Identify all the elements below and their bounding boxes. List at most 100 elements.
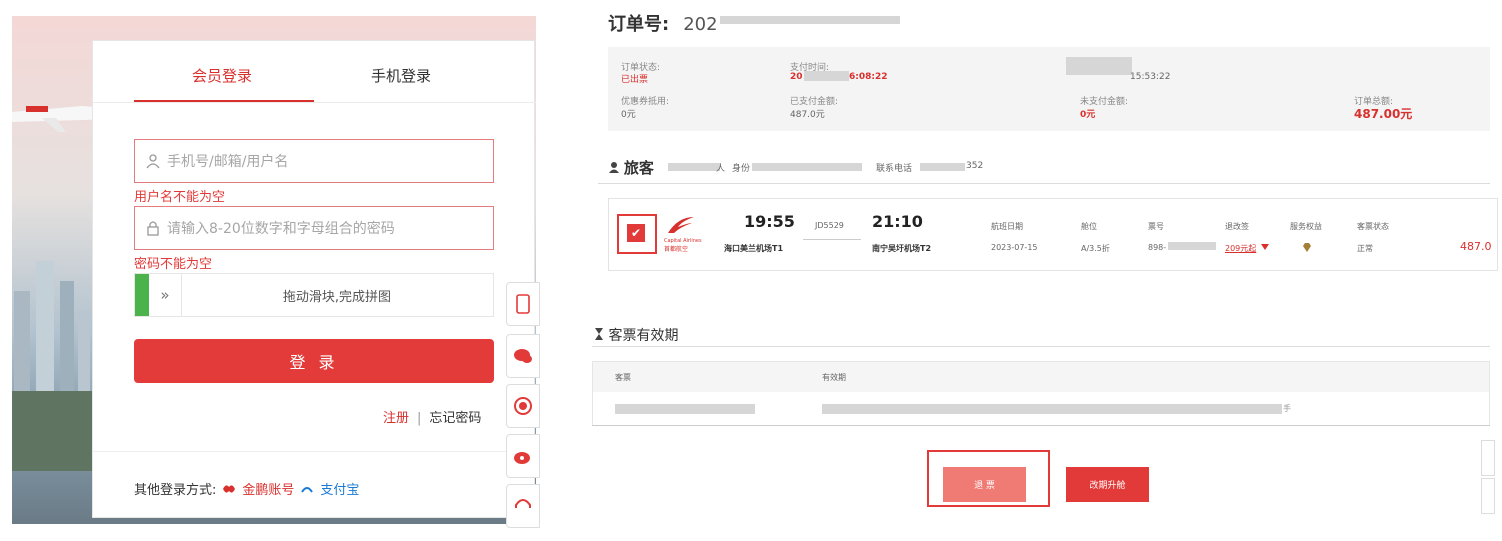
alipay-link[interactable]: 支付宝 (320, 479, 359, 498)
unpaid-label: 未支付金额: (1080, 97, 1129, 107)
phone-icon (516, 294, 530, 314)
link-separator: | (417, 411, 422, 426)
tab-phone-login[interactable]: 手机登录 (371, 65, 431, 86)
active-tab-indicator (134, 100, 314, 102)
create-time-redacted (1066, 57, 1132, 75)
departure-time: 19:55 (744, 212, 795, 231)
id-number-redacted (752, 163, 862, 171)
weibo-icon (514, 452, 530, 464)
phone-value: 352 (966, 161, 984, 171)
service-rights-label: 服务权益 (1290, 222, 1322, 231)
passenger-title: 旅客 (623, 159, 654, 177)
status-value: 已出票 (621, 75, 649, 85)
login-button[interactable]: 登 录 (134, 339, 494, 383)
phone-app-button[interactable] (506, 282, 540, 326)
capital-airlines-logo (668, 217, 694, 233)
paid-label: 已支付金额: (790, 97, 839, 107)
change-upgrade-button[interactable]: 改期升舱 (1066, 467, 1149, 502)
pay-time-prefix: 20 (790, 72, 803, 82)
flight-card (608, 198, 1498, 271)
wechat-button[interactable] (506, 334, 540, 378)
airline-name: 首都航空 (664, 246, 689, 253)
flight-number: JD5529 (815, 221, 844, 230)
slider-handle[interactable]: » (149, 274, 182, 316)
cabin-label: 舱位 (1081, 222, 1097, 231)
order-info-panel: 订单状态: 已出票 支付时间: 20 6:08:22 15:53:22 优惠券抵… (608, 47, 1490, 131)
flight-date-value: 2023-07-15 (991, 243, 1038, 252)
change-policy-link[interactable]: 209元起 (1225, 243, 1256, 254)
cabin-value: A/3.5折 (1081, 244, 1110, 253)
edge-widget-bottom[interactable] (1481, 478, 1495, 514)
col-validity-header: 有效期 (822, 373, 846, 382)
flight-date-label: 航班日期 (991, 222, 1023, 231)
passenger-divider (598, 183, 1490, 184)
edge-widget-top[interactable] (1481, 440, 1495, 476)
account-links: 注册 | 忘记密码 (383, 407, 481, 426)
validity-table-bottom (592, 425, 1490, 426)
slider-captcha: » 拖动滑块,完成拼图 (134, 273, 494, 317)
passenger-name-redacted (668, 163, 720, 171)
person-icon (609, 162, 619, 173)
ticket-status-value: 正常 (1357, 244, 1373, 253)
order-number: 订单号: 202 (608, 10, 718, 36)
caret-down-icon[interactable] (1261, 244, 1269, 250)
other-login-methods: 其他登录方式: 金鹏账号 支付宝 (134, 479, 359, 498)
col-ticket-header: 客票 (615, 373, 631, 382)
login-card: 会员登录 手机登录 手机号/邮箱/用户名 用户名不能为空 请输入8-20位数字和… (92, 40, 536, 518)
refund-button[interactable]: 退 票 (943, 467, 1026, 502)
lock-icon (147, 221, 159, 236)
password-input[interactable]: 请输入8-20位数字和字母组合的密码 (134, 206, 494, 250)
validity-section-title: 客票有效期 (594, 325, 678, 345)
username-input[interactable]: 手机号/邮箱/用户名 (134, 139, 494, 183)
unpaid-value: 0元 (1080, 110, 1096, 120)
password-error: 密码不能为空 (134, 257, 213, 272)
total-value: 487.00元 (1354, 107, 1413, 121)
flight-price: 487.0 (1460, 240, 1492, 253)
forgot-password-link[interactable]: 忘记密码 (429, 411, 481, 426)
other-login-divider (93, 451, 536, 452)
flight-route-line (803, 239, 861, 240)
paid-value: 487.0元 (790, 110, 825, 120)
ticket-no-redacted (1168, 242, 1216, 250)
passenger-suffix: 人 (716, 164, 726, 174)
validity-cell-redacted (822, 404, 1282, 414)
slider-hint: 拖动滑块,完成拼图 (282, 289, 392, 305)
tabs-divider (93, 102, 536, 103)
change-policy-label: 退改签 (1225, 222, 1249, 231)
coupon-value: 0元 (621, 110, 636, 120)
service-24h-button[interactable] (506, 384, 540, 428)
phone-redacted (920, 163, 965, 171)
order-number-redacted (720, 16, 900, 24)
ticket-no-value: 898- (1148, 243, 1167, 252)
ticket-status-label: 客票状态 (1357, 222, 1389, 231)
validity-table-header (593, 362, 1489, 392)
hourglass-icon (595, 328, 603, 340)
alipay-icon (301, 486, 314, 493)
coupon-label: 优惠券抵用: (621, 97, 670, 107)
validity-divider (592, 346, 1490, 347)
order-number-value: 202 (683, 14, 718, 35)
arrival-time: 21:10 (872, 212, 923, 231)
golden-phoenix-icon (223, 484, 236, 493)
password-placeholder: 请输入8-20位数字和字母组合的密码 (167, 221, 395, 237)
customer-service-button[interactable] (506, 484, 540, 528)
validity-cell-tail: 手 (1283, 404, 1291, 413)
slider-progress (135, 274, 149, 316)
wechat-icon (514, 349, 532, 363)
create-time-value: 15:53:22 (1130, 72, 1171, 82)
flight-checkbox[interactable]: ✔ (627, 224, 645, 242)
passenger-row: 旅客 (608, 157, 654, 178)
golden-account-link[interactable]: 金鹏账号 (242, 479, 294, 498)
tab-member-login[interactable]: 会员登录 (192, 65, 252, 86)
diamond-icon[interactable] (1302, 243, 1312, 252)
arrival-airport: 南宁吴圩机场T2 (872, 244, 932, 253)
headset-icon (515, 499, 531, 508)
service-24h-icon (514, 397, 532, 415)
weibo-button[interactable] (506, 434, 540, 478)
pay-time-suffix: 6:08:22 (849, 72, 888, 82)
validity-table: 客票 有效期 手 (592, 361, 1490, 426)
validity-title-text: 客票有效期 (608, 328, 679, 344)
register-link[interactable]: 注册 (383, 411, 409, 426)
pay-time-redacted (804, 71, 849, 81)
departure-airport: 海口美兰机场T1 (724, 244, 784, 253)
